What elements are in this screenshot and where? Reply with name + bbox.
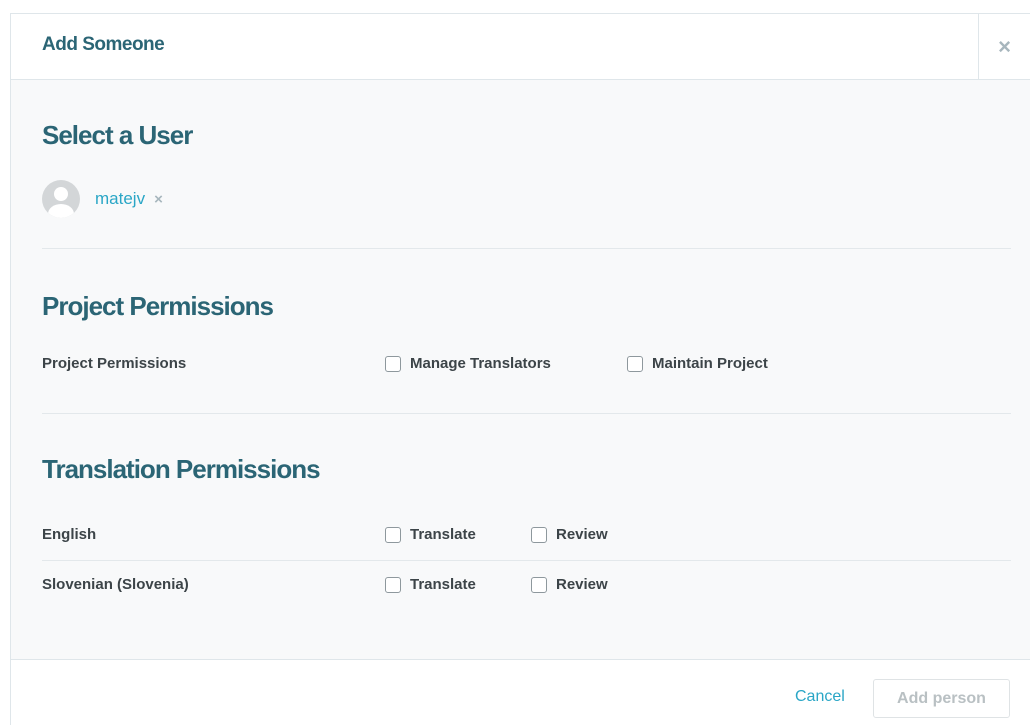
close-button[interactable]: × [978, 14, 1030, 79]
language-label-english: English [42, 526, 97, 543]
select-user-title: Select a User [42, 120, 193, 150]
slovenian-review-checkbox[interactable]: Review [531, 576, 608, 593]
project-permissions-label: Project Permissions [42, 355, 187, 372]
modal-title: Add Someone [42, 34, 165, 55]
checkbox-label: Maintain Project [652, 355, 768, 372]
cancel-link[interactable]: Cancel [795, 688, 845, 706]
manage-translators-checkbox[interactable]: Manage Translators [385, 355, 551, 372]
divider [42, 560, 1011, 561]
add-person-button[interactable]: Add person [873, 679, 1010, 718]
selected-user-chip: matejv × [42, 180, 163, 218]
checkbox-label: Translate [410, 526, 476, 543]
slovenian-translate-checkbox[interactable]: Translate [385, 576, 476, 593]
checkbox-label: Review [556, 526, 608, 543]
divider [42, 413, 1011, 414]
checkbox-icon[interactable] [531, 526, 547, 543]
checkbox-label: Review [556, 576, 608, 593]
translation-permissions-title: Translation Permissions [42, 454, 321, 484]
project-permissions-title: Project Permissions [42, 291, 274, 321]
english-translate-checkbox[interactable]: Translate [385, 526, 476, 543]
checkbox-label: Translate [410, 576, 476, 593]
add-someone-modal: Add Someone × Select a User matejv × Pro… [10, 13, 1030, 726]
checkbox-icon[interactable] [385, 526, 401, 543]
close-icon: × [998, 33, 1011, 59]
checkbox-icon[interactable] [385, 355, 401, 372]
modal-footer: Cancel Add person [11, 659, 1030, 726]
checkbox-icon[interactable] [385, 576, 401, 593]
selected-user-name[interactable]: matejv [95, 189, 145, 209]
user-avatar-icon [42, 180, 80, 218]
maintain-project-checkbox[interactable]: Maintain Project [627, 355, 768, 372]
checkbox-icon[interactable] [627, 355, 643, 372]
checkbox-label: Manage Translators [410, 355, 551, 372]
checkbox-icon[interactable] [531, 576, 547, 593]
language-label-slovenian: Slovenian (Slovenia) [42, 576, 189, 593]
remove-user-icon[interactable]: × [154, 191, 163, 208]
english-review-checkbox[interactable]: Review [531, 526, 608, 543]
modal-body: Select a User matejv × Project Permissio… [11, 80, 1030, 659]
modal-header: Add Someone × [11, 14, 1030, 80]
divider [42, 248, 1011, 249]
